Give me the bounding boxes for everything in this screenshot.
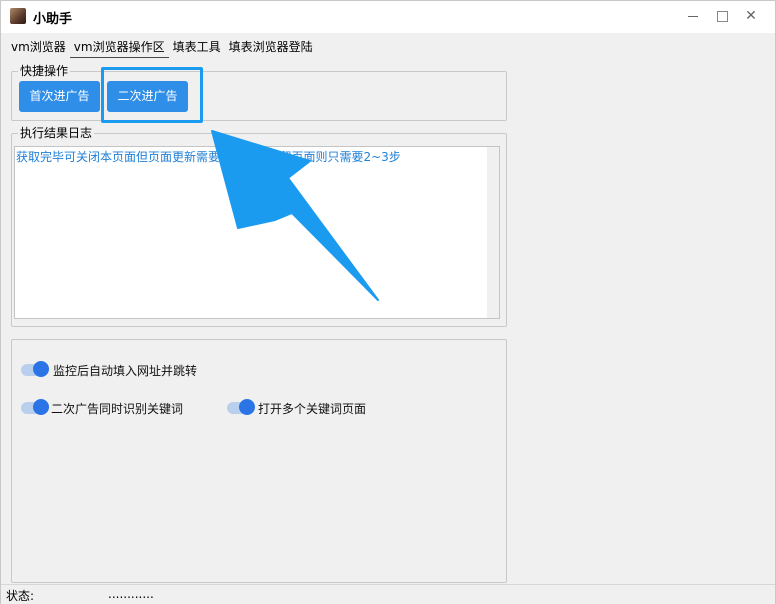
status-label: 状态: xyxy=(6,589,35,603)
detect-keywords-toggle[interactable] xyxy=(21,399,49,415)
maximize-icon xyxy=(716,10,728,22)
minimize-icon xyxy=(688,15,698,17)
log-group: 执行结果日志 获取完毕可关闭本页面但页面更新需要 5步流程保留页面则只需要2~3… xyxy=(11,126,507,327)
tab-form-tool[interactable]: 填表工具 xyxy=(169,39,225,57)
options-group: 监控后自动填入网址并跳转 二次广告同时识别关键词 打开多个关键词页面 xyxy=(11,339,507,583)
log-textbox[interactable]: 获取完毕可关闭本页面但页面更新需要 5步流程保留页面则只需要2~3步 xyxy=(14,146,500,319)
open-pages-label: 打开多个关键词页面 xyxy=(258,402,367,416)
tab-vm-browser[interactable]: vm浏览器 xyxy=(7,39,70,57)
highlight-box xyxy=(101,67,203,123)
minimize-button[interactable] xyxy=(681,5,705,27)
close-icon: ✕ xyxy=(745,8,757,24)
status-value: ............ xyxy=(108,587,154,601)
quick-ops-group: 快捷操作 首次进广告 二次进广告 xyxy=(11,64,507,121)
window-title: 小助手 xyxy=(33,12,73,27)
auto-fill-toggle[interactable] xyxy=(21,361,49,377)
tab-form-browser-login[interactable]: 填表浏览器登陆 xyxy=(225,39,317,57)
tab-vm-browser-ops[interactable]: vm浏览器操作区 xyxy=(69,39,169,58)
auto-fill-label: 监控后自动填入网址并跳转 xyxy=(53,364,198,378)
tab-bar: vm浏览器 vm浏览器操作区 填表工具 填表浏览器登陆 xyxy=(7,39,317,59)
maximize-button[interactable] xyxy=(710,5,734,27)
log-title: 执行结果日志 xyxy=(18,126,95,140)
first-ad-button[interactable]: 首次进广告 xyxy=(19,81,100,112)
close-button[interactable]: ✕ xyxy=(739,5,763,27)
open-pages-toggle[interactable] xyxy=(227,399,255,415)
quick-ops-title: 快捷操作 xyxy=(18,64,71,78)
app-icon xyxy=(10,8,26,24)
log-text: 获取完毕可关闭本页面但页面更新需要 5步流程保留页面则只需要2~3步 xyxy=(16,150,401,164)
status-bar: 状态: ............ xyxy=(1,584,775,604)
detect-keywords-label: 二次广告同时识别关键词 xyxy=(51,402,184,416)
title-bar: 小助手 ✕ xyxy=(1,1,775,33)
log-scrollbar[interactable] xyxy=(487,147,499,318)
